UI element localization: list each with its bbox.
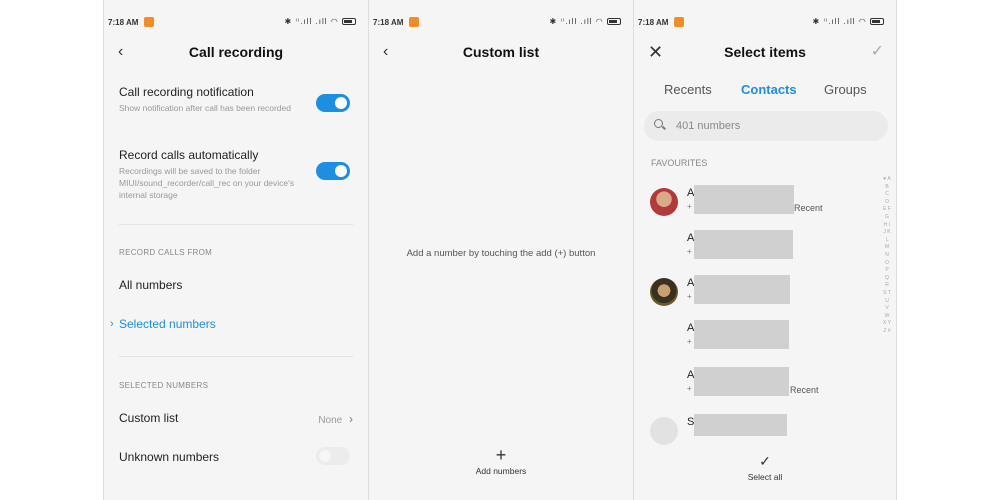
redacted-contact-info [694, 185, 794, 214]
back-arrow-icon[interactable]: ‹ [118, 40, 123, 64]
favourites-header: FAVOURITES [651, 158, 708, 168]
contact-row[interactable]: A + [634, 230, 880, 266]
select-all-button[interactable]: ✓ Select all [634, 446, 896, 482]
status-bar: 7:18 AM ✱ ⁱⁱ.ıll .ıll ◠ [369, 14, 633, 30]
contact-number-prefix: + [687, 202, 692, 211]
page-title: Call recording [188, 44, 284, 60]
add-numbers-label: Add numbers [475, 466, 527, 476]
call-recording-notification-row[interactable]: Call recording notification Show notific… [119, 85, 353, 114]
notification-icon [409, 17, 419, 27]
back-arrow-icon[interactable]: ‹ [383, 40, 388, 64]
contact-row[interactable]: S [634, 414, 880, 450]
status-bar: 7:18 AM ✱ ⁱⁱ.ıll .ıll ◠ [634, 14, 896, 30]
chevron-right-icon: › [349, 412, 353, 426]
record-automatically-row[interactable]: Record calls automatically Recordings wi… [119, 148, 353, 201]
auto-record-title: Record calls automatically [119, 148, 259, 162]
redacted-contact-info [694, 275, 790, 304]
status-bar: 7:18 AM ✱ ⁱⁱ.ıll .ıll ◠ [104, 14, 368, 30]
divider [119, 224, 353, 225]
auto-record-subtitle: Recordings will be saved to the folder M… [119, 166, 295, 200]
avatar [650, 188, 678, 216]
custom-list-row[interactable]: Custom list None › [119, 411, 353, 426]
plus-icon: + [495, 445, 507, 465]
all-numbers-option[interactable]: All numbers [119, 278, 353, 292]
redacted-contact-info [694, 230, 793, 259]
contact-number-prefix: + [687, 384, 692, 393]
page-title-bar: ‹ Call recording [104, 40, 368, 64]
unknown-numbers-row[interactable]: Unknown numbers [119, 447, 353, 465]
tab-bar: Recents Contacts Groups [634, 82, 896, 102]
search-input[interactable]: 401 numbers [676, 120, 740, 132]
tab-groups[interactable]: Groups [824, 82, 867, 97]
recent-label: Recent [790, 385, 819, 395]
redacted-contact-info [694, 367, 789, 396]
confirm-check-icon[interactable]: ✓ [871, 40, 884, 64]
recent-label: Recent [794, 203, 823, 213]
redacted-contact-info [694, 414, 787, 436]
add-numbers-button[interactable]: + Add numbers [369, 446, 633, 476]
status-icons: ✱ ⁱⁱ.ıll .ıll ◠ [813, 17, 884, 26]
call-recording-screen: 7:18 AM ✱ ⁱⁱ.ıll .ıll ◠ ‹ Call recording… [103, 0, 369, 500]
unknown-numbers-toggle[interactable] [316, 447, 350, 465]
tab-contacts[interactable]: Contacts [741, 82, 797, 97]
page-title: Select items [724, 44, 806, 60]
close-icon[interactable]: ✕ [648, 40, 663, 64]
select-all-label: Select all [747, 472, 783, 482]
alphabet-index-scroller[interactable]: ♥ A B C D E F G H I J K L M N O P Q R S … [883, 176, 891, 335]
page-title-bar: ✕ Select items ✓ [634, 40, 896, 64]
notification-icon [674, 17, 684, 27]
custom-list-label: Custom list [119, 411, 179, 425]
contact-row[interactable]: A + Recent [634, 185, 880, 221]
status-icons: ✱ ⁱⁱ.ıll .ıll ◠ [285, 17, 356, 26]
status-icons: ✱ ⁱⁱ.ıll .ıll ◠ [550, 17, 621, 26]
auto-record-toggle[interactable] [316, 162, 350, 180]
notification-subtitle: Show notification after call has been re… [119, 103, 291, 113]
page-title-bar: ‹ Custom list [369, 40, 633, 64]
custom-list-screen: 7:18 AM ✱ ⁱⁱ.ıll .ıll ◠ ‹ Custom list Ad… [368, 0, 634, 500]
contact-number-prefix: + [687, 247, 692, 256]
battery-icon [870, 18, 884, 26]
redacted-contact-info [694, 320, 789, 349]
tab-recents[interactable]: Recents [664, 82, 712, 97]
battery-icon [607, 18, 621, 26]
battery-icon [342, 18, 356, 26]
empty-hint: Add a number by touching the add (+) but… [406, 248, 596, 259]
contact-number-prefix: + [687, 292, 692, 301]
search-icon [654, 119, 663, 128]
selected-indicator-icon: › [110, 318, 114, 330]
search-bar[interactable]: 401 numbers [644, 111, 888, 141]
status-time: 7:18 AM [108, 18, 139, 27]
status-time: 7:18 AM [373, 18, 404, 27]
notification-toggle[interactable] [316, 94, 350, 112]
custom-list-value: None › [318, 412, 353, 426]
contact-row[interactable]: A + Recent [634, 367, 880, 403]
selected-numbers-option[interactable]: Selected numbers [119, 317, 353, 331]
divider [119, 356, 353, 357]
notification-icon [144, 17, 154, 27]
contact-row[interactable]: A + [634, 320, 880, 356]
select-items-screen: 7:18 AM ✱ ⁱⁱ.ıll .ıll ◠ ✕ Select items ✓… [633, 0, 897, 500]
contact-number-prefix: + [687, 337, 692, 346]
contact-row[interactable]: A + [634, 275, 880, 311]
section-selected-numbers: SELECTED NUMBERS [119, 381, 209, 390]
section-record-calls-from: RECORD CALLS FROM [119, 248, 213, 257]
avatar [650, 417, 678, 445]
check-icon: ✓ [759, 453, 771, 469]
page-title: Custom list [462, 44, 540, 60]
status-time: 7:18 AM [638, 18, 669, 27]
unknown-numbers-label: Unknown numbers [119, 450, 220, 464]
avatar [650, 278, 678, 306]
